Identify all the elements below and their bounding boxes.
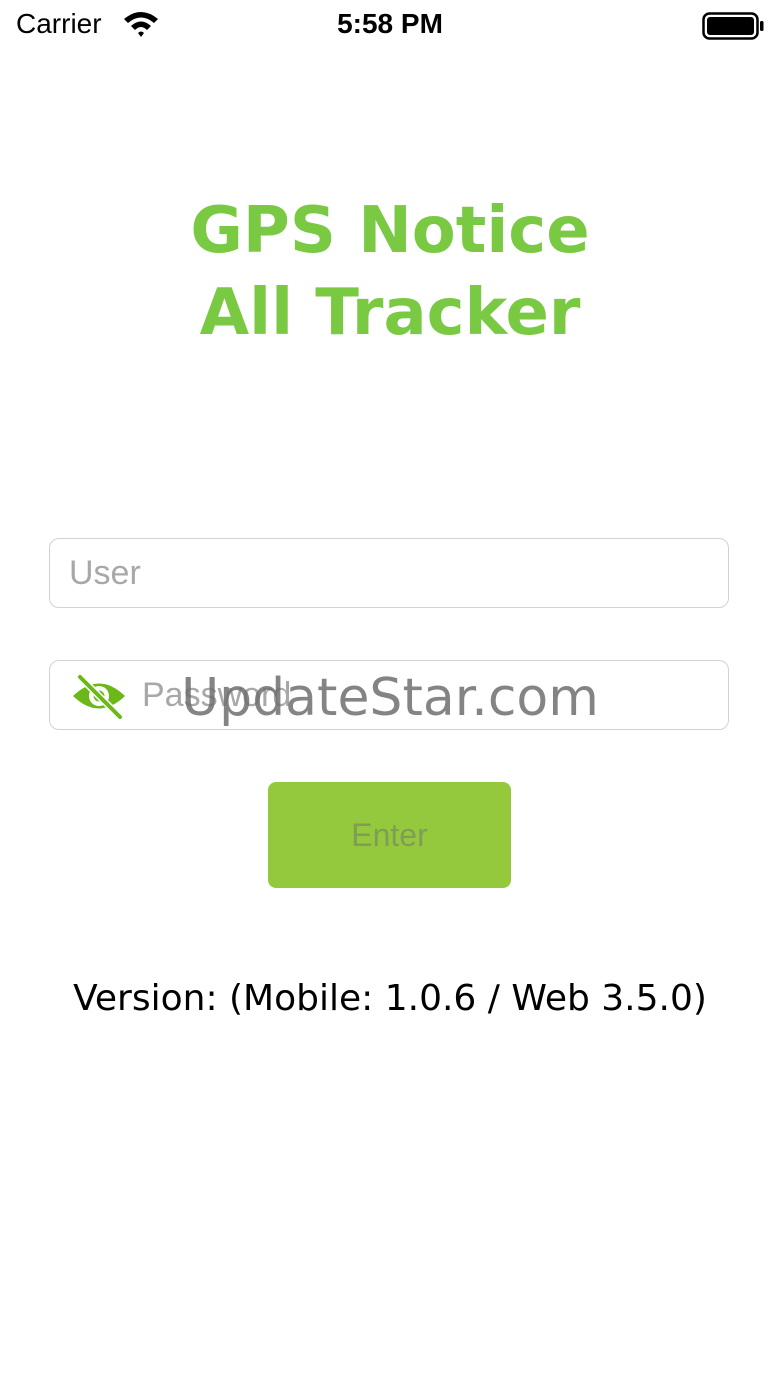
app-title: GPS Notice All Tracker [0,190,780,354]
user-field[interactable] [49,538,729,608]
password-field[interactable] [49,660,729,730]
user-input[interactable] [67,539,711,607]
enter-button[interactable]: Enter [268,782,511,888]
battery-icon [702,12,764,40]
app-title-line-1: GPS Notice [190,194,590,268]
password-input[interactable] [140,661,711,729]
app-title-line-2: All Tracker [199,276,581,350]
eye-slash-icon[interactable] [70,673,128,719]
version-label: Version: (Mobile: 1.0.6 / Web 3.5.0) [73,978,707,1019]
status-bar: Carrier 5:58 PM [0,0,780,50]
status-time: 5:58 PM [337,8,443,39]
